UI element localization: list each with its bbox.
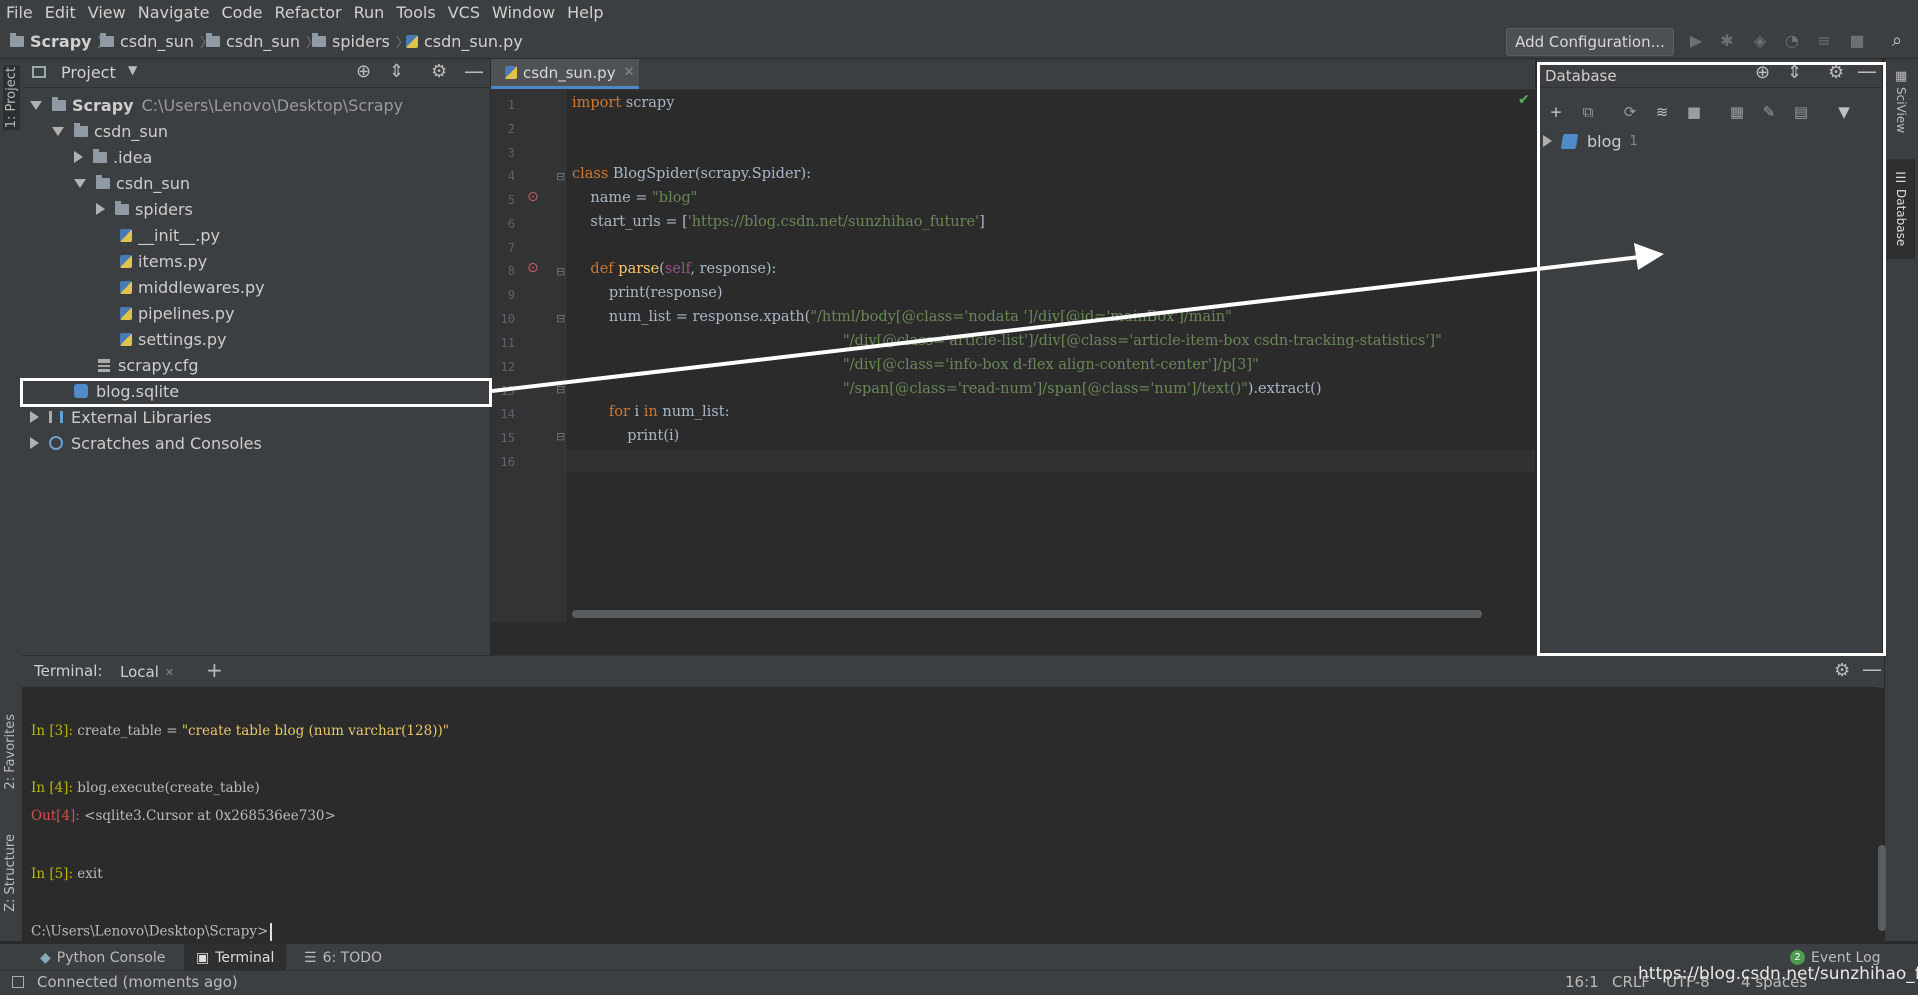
arrow-shaft bbox=[491, 255, 1641, 393]
arrow-head bbox=[1634, 243, 1664, 270]
annotation-arrow bbox=[491, 243, 1664, 393]
